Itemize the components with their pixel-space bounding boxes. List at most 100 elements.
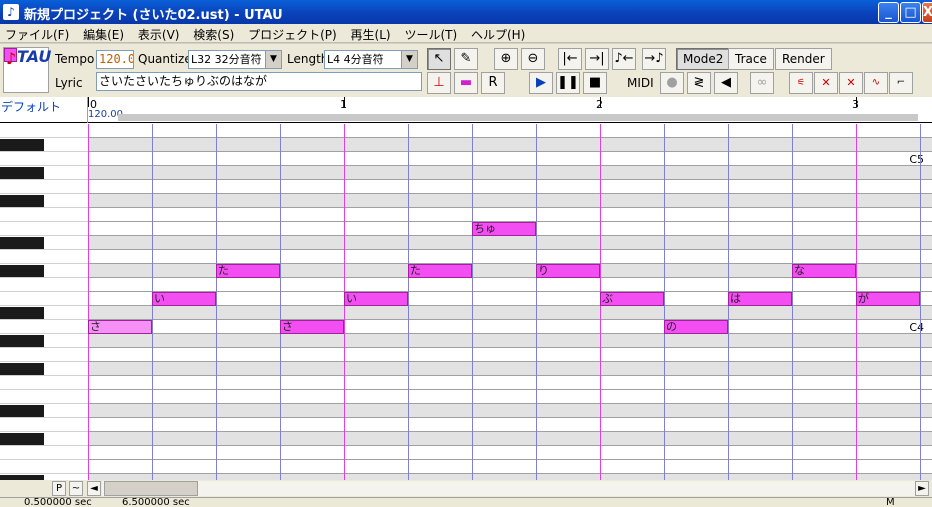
- horizontal-scrollbar[interactable]: P ~ ◄ ►: [0, 480, 932, 497]
- note-block[interactable]: ぶ: [600, 292, 664, 306]
- grid-row[interactable]: [88, 460, 932, 474]
- grid-row[interactable]: [88, 334, 932, 348]
- tempo-track[interactable]: 120.00: [88, 109, 920, 121]
- go-start-button[interactable]: |←: [558, 48, 582, 70]
- chevron-down-icon[interactable]: ▼: [265, 51, 281, 68]
- acpt-button[interactable]: ⚟: [789, 72, 813, 94]
- p1p4-button[interactable]: ✕: [839, 72, 863, 94]
- grid-row[interactable]: [88, 194, 932, 208]
- close-button[interactable]: X: [922, 2, 932, 23]
- piano-key-white[interactable]: [0, 460, 88, 474]
- grid-row[interactable]: [88, 180, 932, 194]
- go-end-button[interactable]: →|: [585, 48, 609, 70]
- note-block[interactable]: は: [728, 292, 792, 306]
- render-button[interactable]: Render: [775, 48, 832, 70]
- note-block[interactable]: ちゅ: [472, 222, 536, 236]
- lyric-input[interactable]: さいたさいたちゅりぶのはなが: [96, 72, 422, 91]
- piano-key-black[interactable]: [0, 405, 44, 417]
- minimize-button[interactable]: _: [878, 2, 899, 23]
- grid-row[interactable]: [88, 390, 932, 404]
- note-block[interactable]: い: [152, 292, 216, 306]
- piano-key-black[interactable]: [0, 433, 44, 445]
- note-left-button[interactable]: ♪←: [612, 48, 636, 70]
- scroll-thumb[interactable]: [104, 481, 198, 496]
- pointer-tool-button[interactable]: ↖: [427, 48, 451, 70]
- grid-row[interactable]: [88, 306, 932, 320]
- note-block[interactable]: た: [408, 264, 472, 278]
- piano-key-black[interactable]: [0, 167, 44, 179]
- menu-help[interactable]: ヘルプ(H): [466, 24, 530, 43]
- grid-row[interactable]: [88, 236, 932, 250]
- piano-key-white[interactable]: [0, 222, 88, 236]
- pitch-toggle-button[interactable]: P: [52, 481, 66, 496]
- note-block[interactable]: さ: [88, 320, 152, 334]
- scroll-right-button[interactable]: ►: [915, 481, 929, 496]
- grid-row[interactable]: [88, 124, 932, 138]
- play-button[interactable]: ▶: [529, 72, 553, 94]
- pencil-tool-button[interactable]: ✎: [454, 48, 478, 70]
- grid-row[interactable]: [88, 446, 932, 460]
- midi-speaker-button[interactable]: ◀: [714, 72, 738, 94]
- wave-toggle-button[interactable]: ~: [69, 481, 83, 496]
- grid-row[interactable]: [88, 152, 932, 166]
- quantize-select[interactable]: L32 32分音符 ▼: [188, 50, 282, 69]
- piano-key-white[interactable]: [0, 376, 88, 390]
- piano-key-white[interactable]: [0, 250, 88, 264]
- piano-key-white[interactable]: [0, 208, 88, 222]
- insert-rest-button[interactable]: ⊥: [427, 72, 451, 94]
- grid-row[interactable]: [88, 376, 932, 390]
- midi-loop-button[interactable]: ≷: [687, 72, 711, 94]
- piano-key-black[interactable]: [0, 363, 44, 375]
- scroll-track[interactable]: [102, 481, 918, 496]
- stop-button[interactable]: ■: [583, 72, 607, 94]
- piano-roll-editor[interactable]: デフォルト 0 1 2 3 120.00 C5 C4 ちゅたたりないいぶはがささの: [0, 97, 932, 480]
- app-icon[interactable]: ♪: [3, 4, 19, 20]
- grid-row[interactable]: [88, 348, 932, 362]
- grid-row[interactable]: [88, 362, 932, 376]
- zoom-out-button[interactable]: ⊖: [521, 48, 545, 70]
- menu-view[interactable]: 表示(V): [133, 24, 185, 43]
- menu-file[interactable]: ファイル(F): [0, 24, 74, 43]
- menu-edit[interactable]: 編集(E): [78, 24, 129, 43]
- grid-row[interactable]: [88, 418, 932, 432]
- piano-key-white[interactable]: [0, 320, 88, 334]
- zoom-in-button[interactable]: ⊕: [494, 48, 518, 70]
- grid-row[interactable]: [88, 250, 932, 264]
- piano-key-white[interactable]: [0, 278, 88, 292]
- trace-button[interactable]: Trace: [728, 48, 774, 70]
- note-block[interactable]: い: [344, 292, 408, 306]
- opt-button[interactable]: ∿: [864, 72, 888, 94]
- piano-key-white[interactable]: [0, 152, 88, 166]
- piano-key-black[interactable]: [0, 195, 44, 207]
- insert-note-button[interactable]: ▬: [454, 72, 478, 94]
- menu-play[interactable]: 再生(L): [346, 24, 396, 43]
- length-select[interactable]: L4 4分音符 ▼: [324, 50, 418, 69]
- menu-tools[interactable]: ツール(T): [399, 24, 462, 43]
- grid-row[interactable]: [88, 320, 932, 334]
- piano-key-black[interactable]: [0, 335, 44, 347]
- ruler[interactable]: デフォルト 0 1 2 3 120.00: [0, 97, 932, 123]
- grid-row[interactable]: [88, 278, 932, 292]
- note-block[interactable]: た: [216, 264, 280, 278]
- chevron-down-icon[interactable]: ▼: [401, 51, 417, 68]
- p2p3-button[interactable]: ✕: [814, 72, 838, 94]
- grid-row[interactable]: [88, 432, 932, 446]
- note-block[interactable]: が: [856, 292, 920, 306]
- menu-project[interactable]: プロジェクト(P): [243, 24, 342, 43]
- piano-key-white[interactable]: [0, 292, 88, 306]
- menu-search[interactable]: 検索(S): [188, 24, 239, 43]
- grid-row[interactable]: [88, 138, 932, 152]
- note-block[interactable]: さ: [280, 320, 344, 334]
- piano-key-white[interactable]: [0, 418, 88, 432]
- piano-key-black[interactable]: [0, 237, 44, 249]
- piano-key-white[interactable]: [0, 124, 88, 138]
- piano-key-black[interactable]: [0, 139, 44, 151]
- maximize-button[interactable]: □: [900, 2, 921, 23]
- insert-r-button[interactable]: R: [481, 72, 505, 94]
- reset-button[interactable]: ⌐: [889, 72, 913, 94]
- tempo-input[interactable]: 120.0: [96, 50, 134, 69]
- track-name[interactable]: デフォルト: [0, 97, 88, 123]
- grid-row[interactable]: [88, 208, 932, 222]
- piano-key-white[interactable]: [0, 390, 88, 404]
- note-block[interactable]: の: [664, 320, 728, 334]
